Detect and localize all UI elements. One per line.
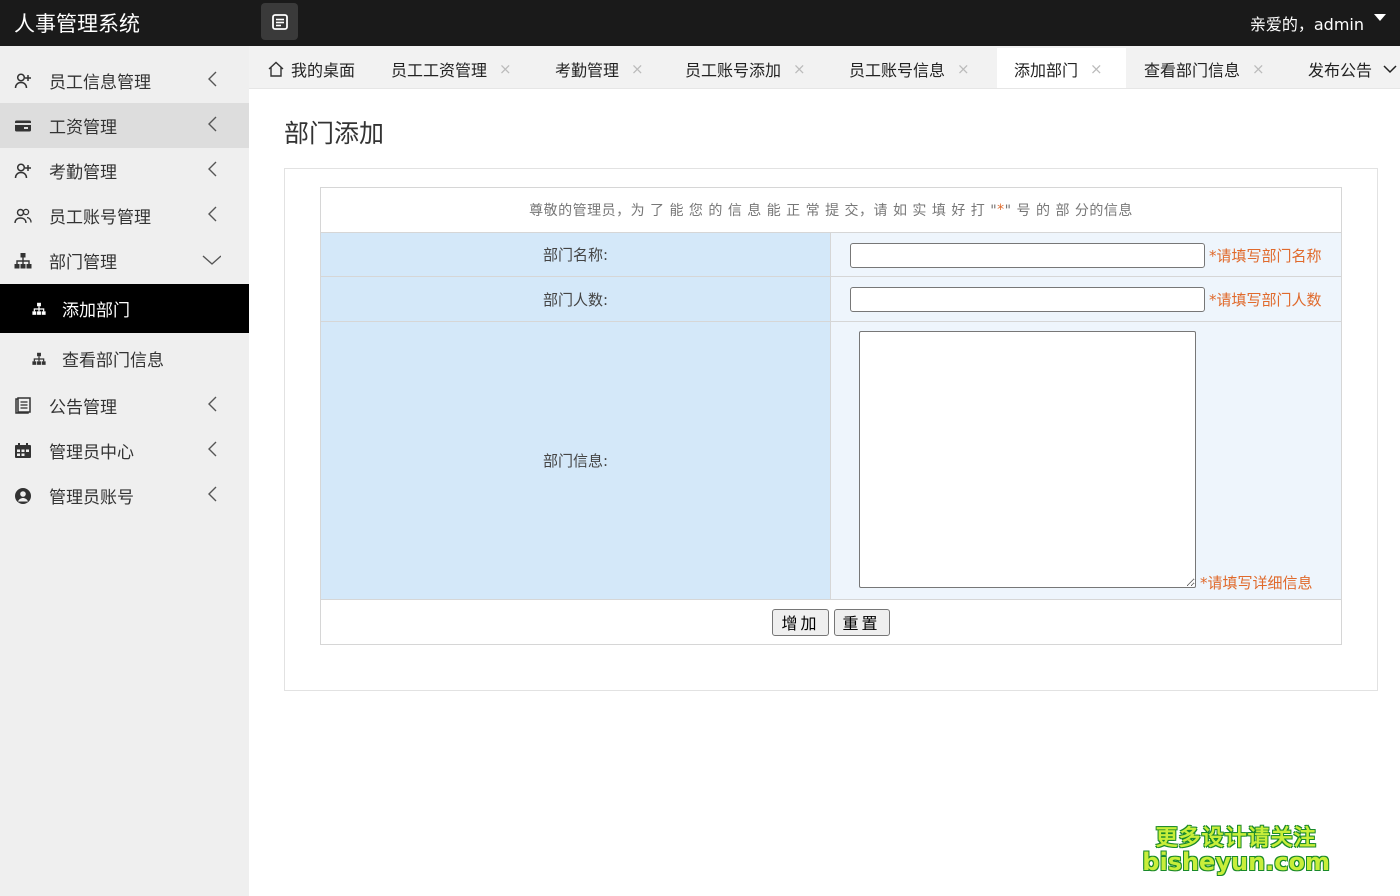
- app-title: 人事管理系统: [14, 12, 140, 36]
- chevron-left-icon: [208, 116, 217, 132]
- tab-label: 添加部门: [1014, 60, 1079, 80]
- sidebar-subitem-label: 查看部门信息: [62, 351, 164, 371]
- tab-my-desktop[interactable]: 我的桌面: [267, 48, 356, 88]
- tab-salary-management[interactable]: 员工工资管理 ×: [391, 48, 512, 88]
- user-menu[interactable]: 亲爱的，admin: [1250, 11, 1364, 35]
- tab-label: 发布公告: [1308, 60, 1373, 80]
- top-header: 人事管理系统 亲爱的，admin: [0, 0, 1400, 46]
- tab-attendance[interactable]: 考勤管理 ×: [555, 48, 644, 88]
- sidebar-item-label: 员工信息管理: [49, 73, 151, 93]
- field-hint: *请填写部门人数: [1209, 291, 1322, 309]
- close-icon[interactable]: ×: [1252, 60, 1265, 78]
- form-row-count: 部门人数: *请填写部门人数: [321, 277, 1341, 322]
- sidebar-item-admin-account[interactable]: 管理员账号: [0, 473, 249, 518]
- card-icon: [14, 117, 32, 135]
- tab-bar: 我的桌面 员工工资管理 × 考勤管理 × 员工账号添加 × 员工账号信息 × 添…: [249, 46, 1400, 89]
- chevron-left-icon: [208, 486, 217, 502]
- menu-toggle-button[interactable]: [261, 3, 298, 40]
- field-hint: *请填写详细信息: [1200, 574, 1313, 592]
- sidebar-subitem-view-departments[interactable]: 查看部门信息: [0, 334, 249, 383]
- department-form: 尊敬的管理员，为 了 能 您 的 信 息 能 正 常 提 交，请 如 实 填 好…: [320, 187, 1342, 645]
- user-plus-icon: [14, 72, 32, 90]
- field-cell: *请填写详细信息: [831, 322, 1341, 599]
- close-icon[interactable]: ×: [957, 60, 970, 78]
- tab-label: 员工账号信息: [849, 60, 946, 80]
- chevron-left-icon: [208, 161, 217, 177]
- tab-label: 员工账号添加: [685, 60, 782, 80]
- field-label: 部门人数:: [321, 277, 831, 321]
- sitemap-icon: [31, 301, 47, 317]
- form-notice: 尊敬的管理员，为 了 能 您 的 信 息 能 正 常 提 交，请 如 实 填 好…: [321, 188, 1341, 233]
- sidebar-item-label: 管理员账号: [49, 488, 134, 508]
- sidebar-item-label: 公告管理: [49, 398, 117, 418]
- tab-scroll-button[interactable]: [1380, 48, 1400, 88]
- watermark-url: bisheyun.com: [1142, 848, 1330, 876]
- user-circle-icon: [14, 487, 32, 505]
- form-row-name: 部门名称: *请填写部门名称: [321, 233, 1341, 277]
- chevron-left-icon: [208, 396, 217, 412]
- tab-view-departments[interactable]: 查看部门信息 ×: [1144, 48, 1265, 88]
- sidebar: 员工信息管理 工资管理 考勤管理 员工账号管理 部门管理 添加部门 查看部门信息…: [0, 46, 249, 896]
- add-button[interactable]: 增加: [772, 608, 829, 636]
- sitemap-icon: [14, 252, 32, 270]
- close-icon[interactable]: ×: [1090, 60, 1103, 78]
- calendar-icon: [14, 442, 32, 460]
- sidebar-item-employee-accounts[interactable]: 员工账号管理: [0, 193, 249, 238]
- department-count-input[interactable]: [850, 287, 1205, 312]
- chevron-left-icon: [208, 206, 217, 222]
- list-icon: [271, 13, 288, 30]
- department-info-textarea[interactable]: [859, 331, 1196, 588]
- sidebar-item-employee-info[interactable]: 员工信息管理: [0, 58, 249, 103]
- sidebar-item-label: 员工账号管理: [49, 208, 151, 228]
- tab-add-department[interactable]: 添加部门 ×: [997, 48, 1126, 88]
- tab-add-employee-account[interactable]: 员工账号添加 ×: [685, 48, 806, 88]
- notice-text: 尊敬的管理员，为 了 能 您 的 信 息 能 正 常 提 交，请 如 实 填 好…: [529, 203, 998, 219]
- document-icon: [14, 396, 32, 415]
- field-label: 部门名称:: [321, 233, 831, 276]
- sidebar-item-admin-center[interactable]: 管理员中心: [0, 428, 249, 473]
- page-title: 部门添加: [284, 119, 385, 148]
- notice-star: *: [997, 202, 1005, 218]
- chevron-down-icon: [1383, 64, 1397, 73]
- form-panel: 尊敬的管理员，为 了 能 您 的 信 息 能 正 常 提 交，请 如 实 填 好…: [284, 168, 1378, 691]
- sidebar-item-label: 管理员中心: [49, 443, 134, 463]
- field-label: 部门信息:: [321, 322, 831, 599]
- sidebar-item-label: 考勤管理: [49, 163, 117, 183]
- close-icon[interactable]: ×: [499, 60, 512, 78]
- users-icon: [14, 207, 32, 225]
- sidebar-subitem-add-department[interactable]: 添加部门: [0, 284, 249, 333]
- sidebar-item-announcements[interactable]: 公告管理: [0, 383, 249, 428]
- chevron-left-icon: [208, 71, 217, 87]
- tab-label: 员工工资管理: [391, 60, 488, 80]
- sidebar-item-label: 部门管理: [49, 253, 117, 273]
- sidebar-item-attendance[interactable]: 考勤管理: [0, 148, 249, 193]
- sidebar-item-department[interactable]: 部门管理: [0, 238, 249, 283]
- sidebar-item-label: 工资管理: [49, 118, 117, 138]
- form-actions: 增加 重置: [321, 600, 1341, 644]
- chevron-left-icon: [208, 441, 217, 457]
- tab-publish-announcement[interactable]: 发布公告: [1308, 48, 1373, 88]
- reset-button[interactable]: 重置: [833, 608, 890, 636]
- home-icon: [268, 61, 284, 77]
- field-hint: *请填写部门名称: [1209, 247, 1322, 265]
- sidebar-item-salary[interactable]: 工资管理: [0, 103, 249, 148]
- chevron-down-icon: [202, 255, 221, 265]
- tab-label: 我的桌面: [291, 60, 356, 80]
- caret-down-icon[interactable]: [1374, 14, 1386, 21]
- sidebar-subitem-label: 添加部门: [62, 301, 130, 321]
- watermark: 更多设计请关注 bisheyun.com: [1142, 820, 1330, 876]
- close-icon[interactable]: ×: [793, 60, 806, 78]
- tab-employee-account-info[interactable]: 员工账号信息 ×: [849, 48, 970, 88]
- close-icon[interactable]: ×: [631, 60, 644, 78]
- tab-label: 考勤管理: [555, 60, 620, 80]
- field-cell: *请填写部门名称: [831, 233, 1341, 276]
- department-name-input[interactable]: [850, 243, 1205, 268]
- sitemap-icon: [31, 351, 47, 367]
- tab-label: 查看部门信息: [1144, 60, 1241, 80]
- user-plus-icon: [14, 162, 32, 180]
- field-cell: *请填写部门人数: [831, 277, 1341, 321]
- notice-text-end: " 号 的 部 分的信息: [1004, 203, 1133, 219]
- form-row-info: 部门信息: *请填写详细信息: [321, 322, 1341, 600]
